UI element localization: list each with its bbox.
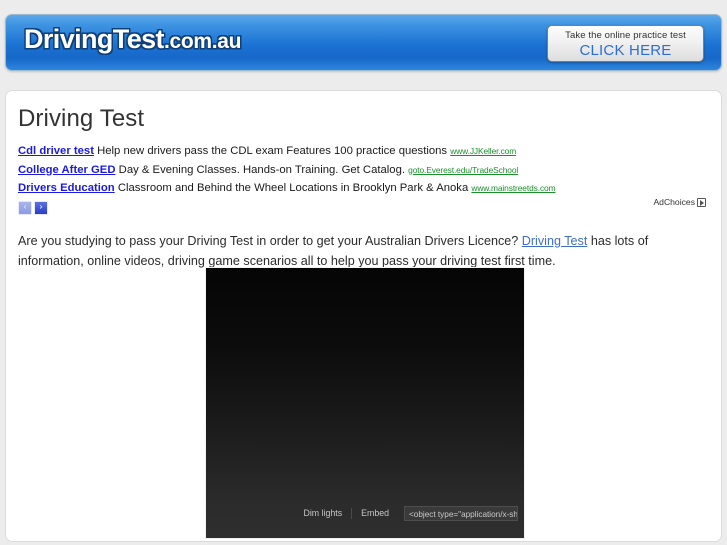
chevron-right-icon: › bbox=[39, 202, 43, 213]
ad-description: Day & Evening Classes. Hands-on Training… bbox=[118, 163, 405, 176]
ad-title-link[interactable]: Drivers Education bbox=[18, 182, 115, 194]
ad-title-link[interactable]: College After GED bbox=[18, 164, 116, 176]
practice-test-cta-button[interactable]: Take the online practice test CLICK HERE bbox=[547, 25, 704, 62]
video-control-bar: Dim lights Embed <object type="applicati… bbox=[206, 504, 524, 522]
ad-url-link[interactable]: goto.Everest.edu/TradeSchool bbox=[408, 165, 518, 175]
adchoices-link[interactable]: AdChoices bbox=[653, 197, 706, 207]
ad-row: College After GED Day & Evening Classes.… bbox=[18, 162, 708, 180]
ad-url-link[interactable]: www.JJKeller.com bbox=[450, 146, 516, 156]
adchoices-arrow-icon bbox=[697, 197, 706, 207]
adchoices-label: AdChoices bbox=[653, 197, 695, 207]
main-content-panel: Driving Test Cdl driver test Help new dr… bbox=[5, 90, 722, 542]
ad-next-button[interactable]: › bbox=[34, 201, 48, 215]
page-title: Driving Test bbox=[18, 105, 145, 132]
video-player[interactable]: Dim lights Embed <object type="applicati… bbox=[205, 267, 525, 539]
ad-description: Classroom and Behind the Wheel Locations… bbox=[117, 182, 469, 194]
logo-domain-text: .com.au bbox=[163, 30, 242, 53]
intro-paragraph: Are you studying to pass your Driving Te… bbox=[18, 231, 708, 271]
page-root: DrivingTest.com.au Take the online pract… bbox=[0, 0, 727, 545]
ad-prev-button[interactable]: ‹ bbox=[18, 201, 32, 215]
site-logo[interactable]: DrivingTest.com.au bbox=[24, 24, 242, 55]
driving-test-link[interactable]: Driving Test bbox=[522, 234, 588, 248]
ad-carousel-nav: ‹ › bbox=[18, 201, 48, 215]
cta-click-here-label: CLICK HERE bbox=[579, 42, 672, 59]
ad-row: Drivers Education Classroom and Behind t… bbox=[18, 180, 708, 198]
intro-text-before: Are you studying to pass your Driving Te… bbox=[18, 233, 522, 248]
chevron-left-icon: ‹ bbox=[23, 202, 27, 213]
dim-lights-button[interactable]: Dim lights bbox=[295, 504, 352, 522]
cta-subtitle: Take the online practice test bbox=[565, 30, 686, 41]
ad-row: Cdl driver test Help new drivers pass th… bbox=[18, 143, 708, 161]
embed-button[interactable]: Embed bbox=[352, 504, 398, 522]
logo-main-text: DrivingTest bbox=[24, 24, 165, 54]
ad-block: Cdl driver test Help new drivers pass th… bbox=[18, 143, 708, 199]
ad-url-link[interactable]: www.mainstreetds.com bbox=[471, 183, 555, 193]
ad-title-link[interactable]: Cdl driver test bbox=[18, 145, 94, 157]
site-header-banner: DrivingTest.com.au Take the online pract… bbox=[5, 14, 722, 71]
embed-code-input[interactable]: <object type="application/x-shoc bbox=[404, 505, 518, 521]
ad-description: Help new drivers pass the CDL exam Featu… bbox=[97, 145, 448, 157]
